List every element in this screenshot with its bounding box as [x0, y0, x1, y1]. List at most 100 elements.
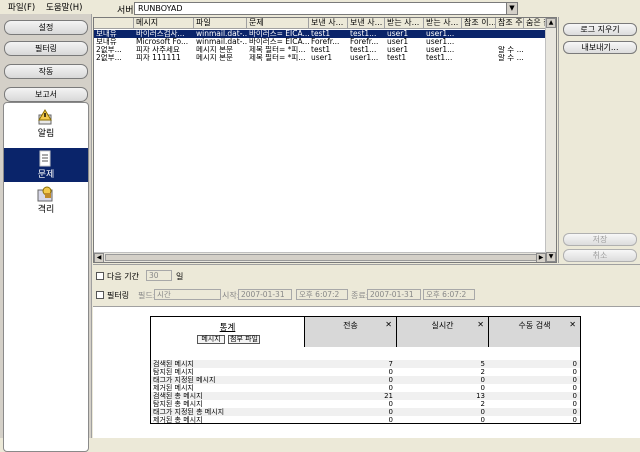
- list-cell: [524, 38, 546, 46]
- close-icon[interactable]: ✕: [385, 320, 392, 329]
- server-label: 서버: [117, 6, 134, 16]
- statistics-table: 통계 메시지 첨부 파일 전송 ✕ 실시간 ✕ 수동 검색 ✕ 검색된 메시지 7…: [150, 316, 581, 424]
- message-list[interactable]: 메시지 파일 문제 보낸 사... 보낸 사... 받는 사... 받는 사... 참조 이.…: [93, 17, 557, 263]
- next-period-checkbox[interactable]: [96, 272, 104, 280]
- export-button[interactable]: 내보내기...: [563, 41, 637, 54]
- nav-label-alert: 알림: [37, 129, 55, 139]
- menu-help[interactable]: 도움말(H): [46, 1, 82, 13]
- list-column-header[interactable]: 파일: [194, 18, 247, 29]
- stats-col-manual-label: 수동 검색: [518, 321, 551, 330]
- settings-button[interactable]: 설정: [4, 20, 88, 35]
- close-icon[interactable]: ✕: [569, 320, 576, 329]
- sidebar: 설정 필터링 작동 보고서 알림 문제 격리: [0, 14, 92, 452]
- list-cell: user1...: [426, 30, 455, 38]
- stats-value: 0: [480, 384, 485, 392]
- stats-row-label: 태그가 지정된 총 메시지: [153, 408, 225, 416]
- stats-value: 0: [388, 416, 393, 424]
- list-cell: 제목 필터= *피...: [249, 54, 306, 62]
- nav-label-issue: 문제: [37, 170, 55, 180]
- nav-item-quarantine[interactable]: 격리: [4, 183, 88, 215]
- end-time-picker[interactable]: 오후 6:07:2: [423, 289, 475, 300]
- list-row[interactable]: 2없부... 피자 111111 메시지 본문 제목 필터= *피... user1 us…: [94, 54, 546, 62]
- list-cell: test1...: [350, 30, 377, 38]
- quarantine-icon: [37, 186, 53, 202]
- action-button[interactable]: 작동: [4, 64, 88, 79]
- start-date-picker[interactable]: 2007-01-31: [238, 289, 292, 300]
- stats-value: 0: [572, 400, 577, 408]
- message-stats-button[interactable]: 메시지: [197, 335, 225, 344]
- stats-col-realtime: 실시간 ✕: [396, 317, 488, 347]
- list-column-header[interactable]: 메시지: [134, 18, 194, 29]
- scroll-left-icon[interactable]: ◀: [94, 253, 104, 262]
- list-cell: 바이러스= EICA...: [249, 30, 309, 38]
- chevron-down-icon[interactable]: ▼: [506, 3, 517, 14]
- report-nav-panel: 알림 문제 격리: [3, 102, 89, 452]
- stats-row: 태그가 지정된 메시지 0 0 0: [151, 376, 580, 384]
- stats-value: 0: [388, 400, 393, 408]
- alert-icon: [38, 109, 52, 125]
- scroll-right-icon[interactable]: ▶: [536, 253, 546, 262]
- filtering-button[interactable]: 필터링: [4, 41, 88, 56]
- clear-log-button[interactable]: 로그 지우기: [563, 23, 637, 36]
- list-column-header[interactable]: 참조 이...: [462, 18, 496, 29]
- list-cell: user1: [387, 38, 409, 46]
- stats-value: 0: [572, 368, 577, 376]
- stats-row-label: 탐지된 총 메시지: [153, 400, 203, 408]
- nav-item-issue[interactable]: 문제: [4, 148, 88, 182]
- stats-row-label: 탐지된 메시지: [153, 368, 194, 376]
- list-column-header[interactable]: 보낸 사...: [309, 18, 348, 29]
- stats-value: 0: [480, 376, 485, 384]
- list-column-header[interactable]: 받는 사...: [424, 18, 462, 29]
- list-cell: [462, 54, 496, 62]
- reports-button[interactable]: 보고서: [4, 87, 88, 102]
- stats-corner: 통계 메시지 첨부 파일: [151, 317, 304, 347]
- scroll-up-icon[interactable]: ▲: [546, 18, 556, 28]
- list-column-header[interactable]: 받는 사...: [385, 18, 424, 29]
- nav-item-alert[interactable]: 알림: [4, 107, 88, 139]
- list-column-header[interactable]: 숨은 참: [524, 18, 546, 29]
- statistics-area: 통계 메시지 첨부 파일 전송 ✕ 실시간 ✕ 수동 검색 ✕ 검색된 메시지 7…: [93, 306, 640, 438]
- list-row[interactable]: 보내유 Microsoft Fo... winmail.dat-... 바이러스= E…: [94, 38, 546, 46]
- list-column-header[interactable]: 문제: [247, 18, 309, 29]
- list-cell: 피자 사주세요: [136, 46, 180, 54]
- field-select[interactable]: 시간: [154, 289, 221, 300]
- list-cell: 메시지 본문: [196, 54, 233, 62]
- start-time-picker[interactable]: 오후 6:07:2: [296, 289, 348, 300]
- stats-value: 0: [572, 360, 577, 368]
- nav-label-quarantine: 격리: [37, 205, 55, 215]
- list-cell: test1: [387, 54, 407, 62]
- list-column-header[interactable]: 보낸 사...: [348, 18, 385, 29]
- server-select[interactable]: RUNBOYAD ▼: [134, 2, 518, 15]
- stats-row-label: 검색된 총 메시지: [153, 392, 203, 400]
- list-column-header[interactable]: 참조 주...: [496, 18, 524, 29]
- next-period-label: 다음 기간: [107, 272, 139, 281]
- close-icon[interactable]: ✕: [477, 320, 484, 329]
- horizontal-scrollbar[interactable]: ◀ ▶: [94, 252, 546, 262]
- list-cell: user1...: [426, 38, 455, 46]
- list-row[interactable]: 2없부... 피자 사주세요 메시지 본문 제목 필터= *피... test1 test…: [94, 46, 546, 54]
- end-date-picker[interactable]: 2007-01-31: [367, 289, 421, 300]
- stats-value: 0: [388, 384, 393, 392]
- attachment-stats-button[interactable]: 첨부 파일: [228, 335, 260, 344]
- vertical-scrollbar[interactable]: ▲ ▼: [545, 18, 556, 262]
- stats-value: 0: [480, 416, 485, 424]
- filter-checkbox[interactable]: [96, 291, 104, 299]
- cancel-button[interactable]: 취소: [563, 249, 637, 262]
- stats-col-transport-label: 전송: [343, 321, 358, 330]
- list-cell: user1: [311, 54, 333, 62]
- save-button[interactable]: 저장: [563, 233, 637, 246]
- list-column-header[interactable]: [94, 18, 134, 29]
- menu-file[interactable]: 파일(F): [8, 1, 35, 13]
- stats-row: 탐지된 메시지 0 2 0: [151, 368, 580, 376]
- field-value: 시간: [157, 290, 171, 299]
- filter-label: 필터링: [107, 291, 130, 300]
- scroll-thumb[interactable]: [105, 254, 545, 261]
- list-cell: user1: [387, 30, 409, 38]
- period-stepper[interactable]: 30: [146, 270, 172, 281]
- stats-row-label: 검색된 메시지: [153, 360, 194, 368]
- stats-value: 0: [388, 408, 393, 416]
- list-cell: test1: [311, 30, 331, 38]
- list-row[interactable]: 보내유 바이러스검사... winmail.dat-... 바이러스= EICA...…: [94, 30, 546, 38]
- list-cell: user1...: [350, 54, 379, 62]
- scroll-down-icon[interactable]: ▼: [546, 252, 556, 262]
